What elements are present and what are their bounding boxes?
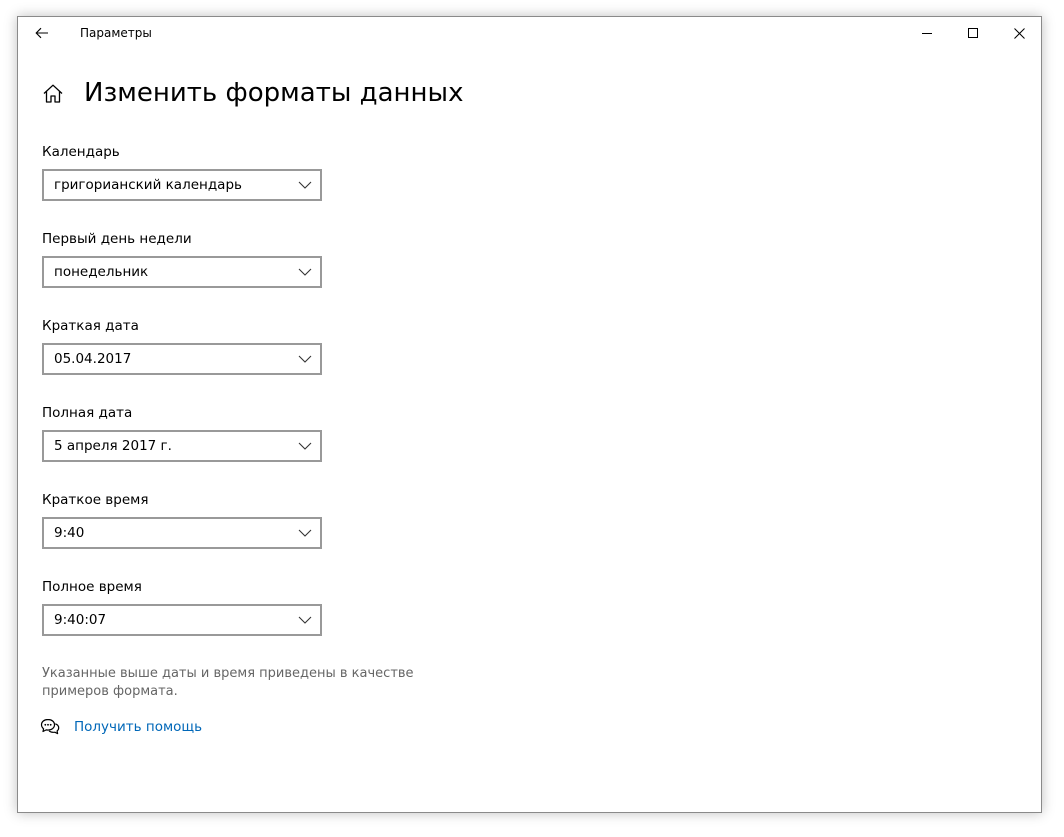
long-date-setting: Полная дата 5 апреля 2017 г. [42, 403, 342, 462]
short-date-dropdown[interactable]: 05.04.2017 [42, 343, 322, 375]
page-title: Изменить форматы данных [84, 78, 464, 108]
long-date-dropdown[interactable]: 5 апреля 2017 г. [42, 430, 322, 462]
get-help-link-row[interactable]: Получить помощь [40, 717, 202, 737]
long-date-label: Полная дата [42, 405, 133, 421]
minimize-button[interactable] [904, 17, 950, 49]
short-date-value: 05.04.2017 [54, 351, 132, 367]
first-day-of-week-label: Первый день недели [42, 231, 192, 247]
close-button[interactable] [996, 17, 1042, 49]
settings-window: Параметры Изменить форматы данных Календ… [17, 16, 1042, 813]
minimize-icon [922, 33, 932, 34]
first-day-of-week-dropdown[interactable]: понедельник [42, 256, 322, 288]
window-title: Параметры [80, 26, 152, 40]
title-bar: Параметры [18, 17, 1041, 49]
short-time-dropdown[interactable]: 9:40 [42, 517, 322, 549]
short-date-setting: Краткая дата 05.04.2017 [42, 316, 342, 375]
calendar-value: григорианский календарь [54, 177, 242, 193]
short-time-setting: Краткое время 9:40 [42, 490, 342, 549]
close-icon [1013, 27, 1025, 39]
calendar-setting: Календарь григорианский календарь [42, 142, 342, 201]
home-button[interactable] [42, 82, 64, 104]
format-example-note: Указанные выше даты и время приведены в … [42, 666, 414, 699]
short-time-value: 9:40 [54, 525, 85, 541]
short-date-label: Краткая дата [42, 318, 139, 334]
maximize-button[interactable] [950, 17, 996, 49]
back-arrow-icon [35, 27, 48, 39]
chevron-down-icon [298, 442, 312, 450]
chevron-down-icon [298, 355, 312, 363]
short-time-label: Краткое время [42, 492, 149, 508]
chevron-down-icon [298, 616, 312, 624]
get-help-link[interactable]: Получить помощь [74, 719, 202, 735]
back-button[interactable] [24, 17, 60, 49]
chevron-down-icon [298, 268, 312, 276]
calendar-label: Календарь [42, 144, 120, 160]
maximize-icon [968, 28, 978, 38]
long-time-label: Полное время [42, 579, 142, 595]
long-time-setting: Полное время 9:40:07 [42, 577, 342, 636]
chevron-down-icon [298, 529, 312, 537]
home-icon [43, 84, 63, 103]
help-chat-icon [40, 718, 60, 735]
long-time-dropdown[interactable]: 9:40:07 [42, 604, 322, 636]
first-day-of-week-value: понедельник [54, 264, 149, 280]
calendar-dropdown[interactable]: григорианский календарь [42, 169, 322, 201]
long-time-value: 9:40:07 [54, 612, 107, 628]
long-date-value: 5 апреля 2017 г. [54, 438, 172, 454]
first-day-of-week-setting: Первый день недели понедельник [42, 229, 342, 288]
page-header: Изменить форматы данных [42, 75, 463, 111]
chevron-down-icon [298, 181, 312, 189]
